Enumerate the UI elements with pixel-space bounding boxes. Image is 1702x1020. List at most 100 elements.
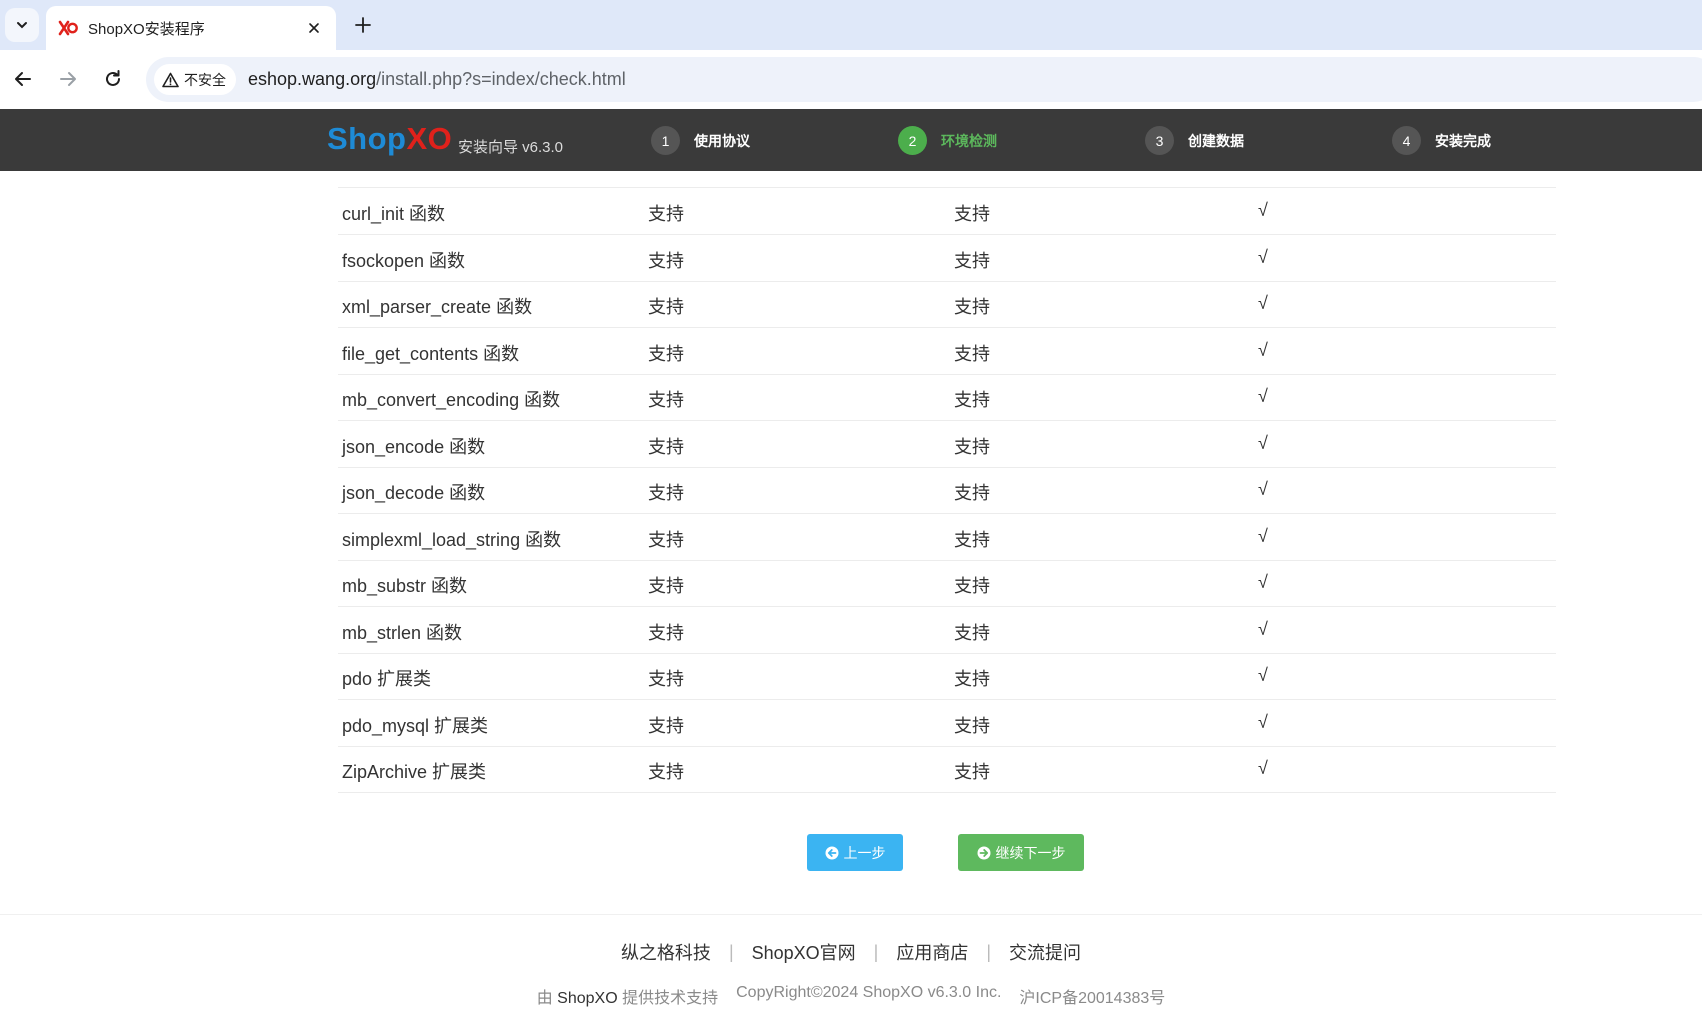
cell-required: 支持 (648, 436, 684, 457)
reload-button[interactable] (98, 64, 128, 94)
step-label: 使用协议 (694, 132, 750, 149)
shopxo-favicon-icon (58, 20, 78, 36)
table-row: mb_convert_encoding 函数 支持 支持 √ (338, 374, 1556, 421)
cell-status: √ (1258, 339, 1268, 360)
table-row: simplexml_load_string 函数 支持 支持 √ (338, 514, 1556, 561)
back-button[interactable] (8, 64, 38, 94)
browser-tabstrip: ShopXO安装程序 (0, 0, 1702, 50)
browser-tab[interactable]: ShopXO安装程序 (46, 6, 336, 50)
cell-item-name: pdo 扩展类 (342, 669, 432, 689)
cell-required: 支持 (648, 343, 684, 364)
footer-link-app-store[interactable]: 应用商店 (896, 939, 968, 965)
cell-status: √ (1258, 479, 1268, 499)
cell-current: 支持 (954, 297, 990, 317)
cell-item-name: mb_strlen 函数 (342, 622, 463, 643)
cell-current: 支持 (954, 762, 990, 782)
cell-current: 支持 (954, 483, 990, 503)
cell-required: 支持 (648, 669, 684, 689)
cell-current: 支持 (954, 436, 990, 457)
footer-link-company[interactable]: 纵之格科技 (621, 939, 711, 965)
table-row: pdo 扩展类 支持 支持 √ (338, 653, 1556, 700)
new-tab-button[interactable] (348, 10, 378, 40)
footer-copyright: 由 ShopXO 提供技术支持 CopyRight©2024 ShopXO v6… (0, 984, 1702, 1008)
cell-status: √ (1258, 200, 1268, 220)
table-row: xml_parser_create 函数 支持 支持 √ (338, 281, 1556, 328)
arrow-left-circle-icon (825, 846, 838, 859)
cell-current: 支持 (954, 715, 990, 736)
footer-separator: | (728, 941, 734, 962)
table-row: mb_substr 函数 支持 支持 √ (338, 560, 1556, 607)
table-row: pdo_mysql 扩展类 支持 支持 √ (338, 700, 1556, 747)
footer-link-community[interactable]: 交流提问 (1009, 939, 1081, 965)
icp-link[interactable]: 沪ICP备20014383号 (1019, 984, 1165, 1008)
cell-required: 支持 (648, 576, 684, 596)
previous-step-button[interactable]: 上一步 (807, 834, 903, 871)
security-label: 不安全 (184, 71, 226, 88)
cell-status: √ (1258, 572, 1268, 592)
cell-status: √ (1258, 758, 1268, 778)
powered-prefix: 由 (536, 990, 553, 1007)
footer-divider (0, 914, 1702, 915)
powered-brand-link[interactable]: ShopXO (557, 990, 617, 1007)
step-label: 创建数据 (1188, 132, 1244, 149)
cell-item-name: mb_substr 函数 (342, 576, 468, 596)
cell-required: 支持 (648, 250, 684, 271)
tab-close-button[interactable] (304, 18, 324, 38)
cell-item-name: simplexml_load_string 函数 (342, 529, 562, 550)
table-row: fsockopen 函数 支持 支持 √ (338, 235, 1556, 282)
cell-required: 支持 (648, 715, 684, 736)
arrow-right-circle-icon (977, 846, 990, 859)
cell-required: 支持 (648, 204, 684, 224)
powered-suffix: 提供技术支持 (622, 990, 719, 1007)
warning-icon (162, 72, 179, 87)
cell-item-name: file_get_contents 函数 (342, 343, 520, 364)
footer-links: 纵之格科技 | ShopXO官网 | 应用商店 | 交流提问 (0, 939, 1702, 965)
table-row: curl_init 函数 支持 支持 √ (338, 188, 1556, 235)
arrow-right-icon (60, 72, 76, 86)
table-row: json_decode 函数 支持 支持 √ (338, 467, 1556, 514)
security-indicator[interactable]: 不安全 (154, 64, 236, 95)
table-row: file_get_contents 函数 支持 支持 √ (338, 328, 1556, 375)
tab-search-button[interactable] (5, 8, 39, 42)
cell-current: 支持 (954, 622, 990, 643)
cell-status: √ (1258, 293, 1268, 313)
cell-current: 支持 (954, 204, 990, 224)
cell-required: 支持 (648, 297, 684, 317)
cell-item-name: json_decode 函数 (342, 483, 486, 503)
cell-current: 支持 (954, 390, 990, 410)
cell-status: √ (1258, 618, 1268, 639)
cell-current: 支持 (954, 343, 990, 364)
footer-link-official-site[interactable]: ShopXO官网 (752, 939, 856, 965)
cell-status: √ (1258, 432, 1268, 453)
plus-icon (355, 17, 371, 33)
cell-item-name: fsockopen 函数 (342, 250, 466, 271)
browser-toolbar: 不安全 eshop.wang.org/install.php?s=index/c… (0, 50, 1702, 109)
cell-required: 支持 (648, 483, 684, 503)
close-icon (309, 23, 319, 33)
cell-item-name: curl_init 函数 (342, 204, 446, 224)
cell-required: 支持 (648, 529, 684, 550)
url-text[interactable]: eshop.wang.org/install.php?s=index/check… (248, 69, 626, 90)
reload-icon (106, 70, 120, 86)
powered-by: 由 ShopXO 提供技术支持 (537, 984, 718, 1008)
url-path: /install.php?s=index/check.html (376, 69, 626, 89)
cell-item-name: xml_parser_create 函数 (342, 297, 533, 317)
footer-separator: | (986, 941, 992, 962)
footer-separator: | (873, 941, 879, 962)
table-row: mb_strlen 函数 支持 支持 √ (338, 607, 1556, 654)
cell-status: √ (1258, 525, 1268, 546)
previous-step-label: 上一步 (843, 844, 886, 861)
cell-status: √ (1258, 711, 1268, 732)
next-step-button[interactable]: 继续下一步 (958, 834, 1084, 871)
cell-current: 支持 (954, 669, 990, 689)
cell-required: 支持 (648, 622, 684, 643)
arrow-left-icon (15, 72, 31, 86)
cell-current: 支持 (954, 250, 990, 271)
forward-button[interactable] (53, 64, 83, 94)
table-row: ZipArchive 扩展类 支持 支持 √ (338, 746, 1556, 793)
table-row: json_encode 函数 支持 支持 √ (338, 421, 1556, 468)
cell-item-name: mb_convert_encoding 函数 (342, 390, 561, 410)
address-bar[interactable]: 不安全 eshop.wang.org/install.php?s=index/c… (146, 57, 1702, 102)
copyright-text: CopyRight©2024 ShopXO v6.3.0 Inc. (736, 984, 1002, 1001)
step-label: 安装完成 (1435, 132, 1491, 149)
